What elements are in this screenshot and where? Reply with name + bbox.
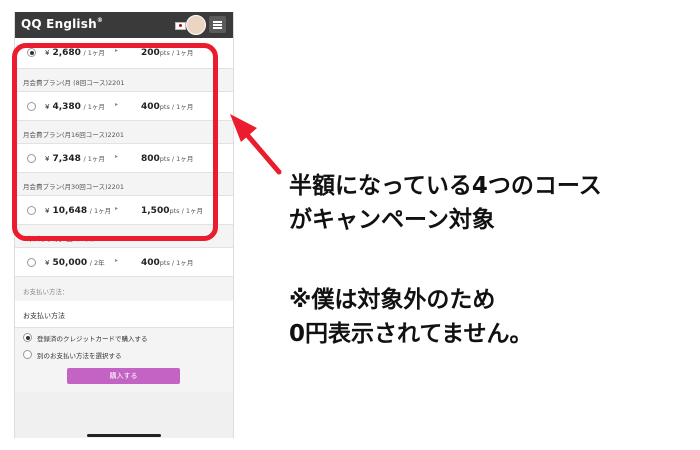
annotation-line-1: 半額になっている4つのコース (289, 173, 602, 199)
annotation-line-4: 0円表示されてません。 (289, 321, 533, 347)
annotation-line-3: ※僕は対象外のため (289, 287, 496, 313)
annotation-line-2: がキャンペーン対象 (289, 207, 495, 233)
